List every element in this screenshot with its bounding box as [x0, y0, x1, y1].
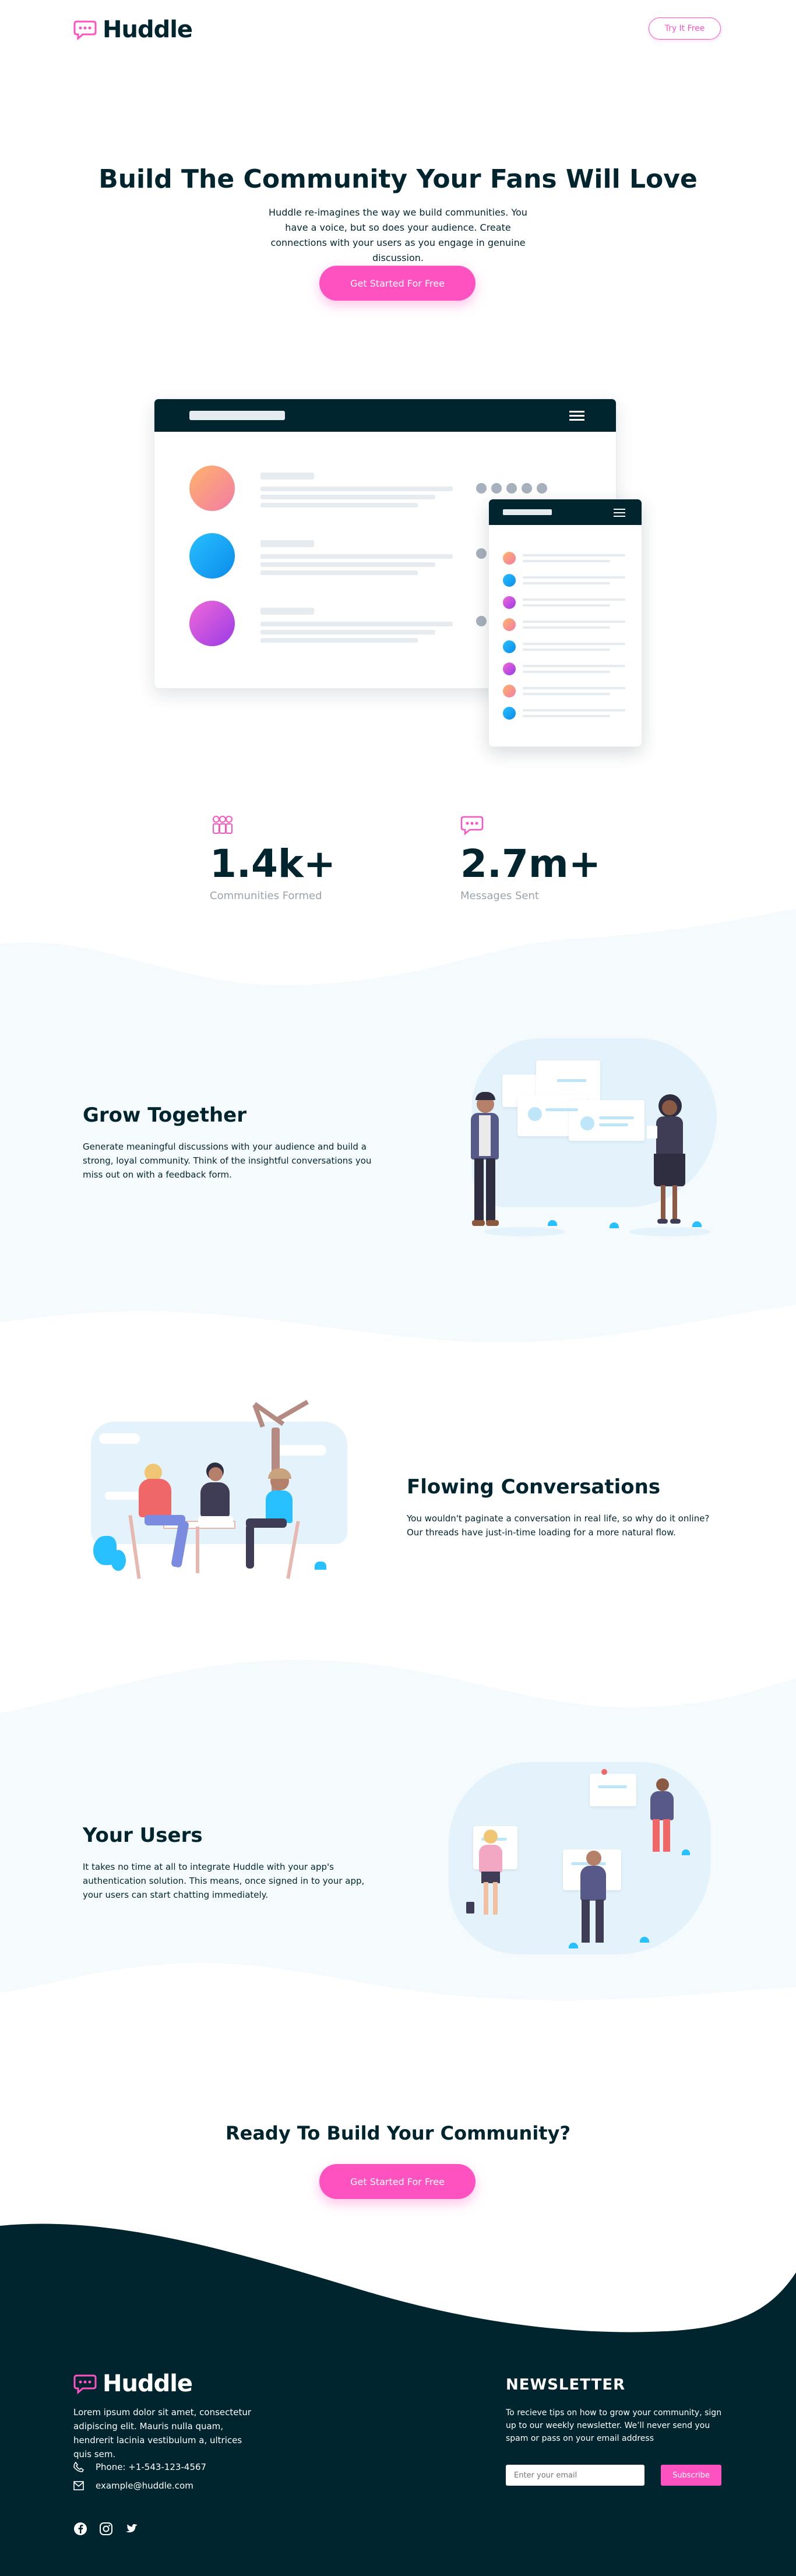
twitter-icon[interactable] — [125, 2522, 139, 2536]
grow-together-illustration — [449, 1035, 717, 1250]
cta-get-started-button[interactable]: Get Started For Free — [319, 2164, 476, 2199]
stat-messages: 2.7m+ Messages Sent — [460, 815, 635, 902]
feature-text: Generate meaningful discussions with you… — [83, 1141, 372, 1180]
phone-icon — [73, 2462, 84, 2472]
brand-name: Huddle — [103, 2370, 193, 2397]
newsletter-email-input[interactable] — [506, 2465, 644, 2486]
footer-phone: Phone: +1-543-123-4567 — [73, 2460, 206, 2474]
flowing-conversations-illustration — [82, 1400, 350, 1602]
footer-logo[interactable]: Huddle — [73, 2370, 193, 2397]
hero-illustration — [154, 399, 643, 748]
hero-get-started-button[interactable]: Get Started For Free — [319, 266, 476, 301]
subscribe-button[interactable]: Subscribe — [661, 2465, 721, 2486]
stat-value: 1.4k+ — [210, 841, 336, 886]
stat-communities: 1.4k+ Communities Formed — [210, 815, 385, 902]
email-icon — [73, 2481, 84, 2490]
social-links — [73, 2522, 139, 2536]
hero-description: Huddle re-imagines the way we build comm… — [269, 207, 527, 263]
footer-email: example@huddle.com — [73, 2479, 193, 2493]
feature-title: Flowing Conversations — [407, 1475, 661, 1499]
feature-title: Grow Together — [83, 1104, 246, 1127]
chat-bubble-icon — [73, 2374, 97, 2395]
communities-icon — [213, 816, 233, 834]
stat-label: Communities Formed — [210, 890, 322, 902]
stat-label: Messages Sent — [460, 890, 539, 902]
newsletter-title: NEWSLETTER — [506, 2376, 626, 2394]
cta-title: Ready To Build Your Community? — [225, 2122, 571, 2144]
avatar — [189, 601, 235, 646]
footer-about: Lorem ipsum dolor sit amet, consectetur … — [73, 2407, 252, 2459]
feature-text: It takes no time at all to integrate Hud… — [83, 1862, 365, 1900]
menu-icon — [614, 509, 625, 517]
header-logo[interactable]: Huddle — [73, 16, 193, 43]
phone-text: Phone: +1-543-123-4567 — [96, 2462, 207, 2472]
avatar — [189, 533, 235, 579]
instagram-icon[interactable] — [99, 2522, 113, 2536]
avatar — [189, 466, 235, 511]
hero-title: Build The Community Your Fans Will Love — [98, 164, 698, 194]
menu-icon — [569, 411, 584, 421]
messages-icon — [460, 816, 484, 836]
your-users-illustration — [449, 1762, 717, 1960]
try-it-free-button[interactable]: Try It Free — [649, 17, 721, 40]
newsletter-text: To recieve tips on how to grow your comm… — [506, 2408, 722, 2443]
facebook-icon[interactable] — [73, 2522, 87, 2536]
stat-value: 2.7m+ — [460, 841, 601, 886]
feature-title: Your Users — [83, 1824, 203, 1847]
feature-text: You wouldn't paginate a conversation in … — [407, 1513, 710, 1538]
email-text: example@huddle.com — [96, 2480, 193, 2491]
chat-bubble-icon — [73, 20, 97, 41]
brand-name: Huddle — [103, 16, 193, 43]
mobile-window — [488, 499, 642, 747]
